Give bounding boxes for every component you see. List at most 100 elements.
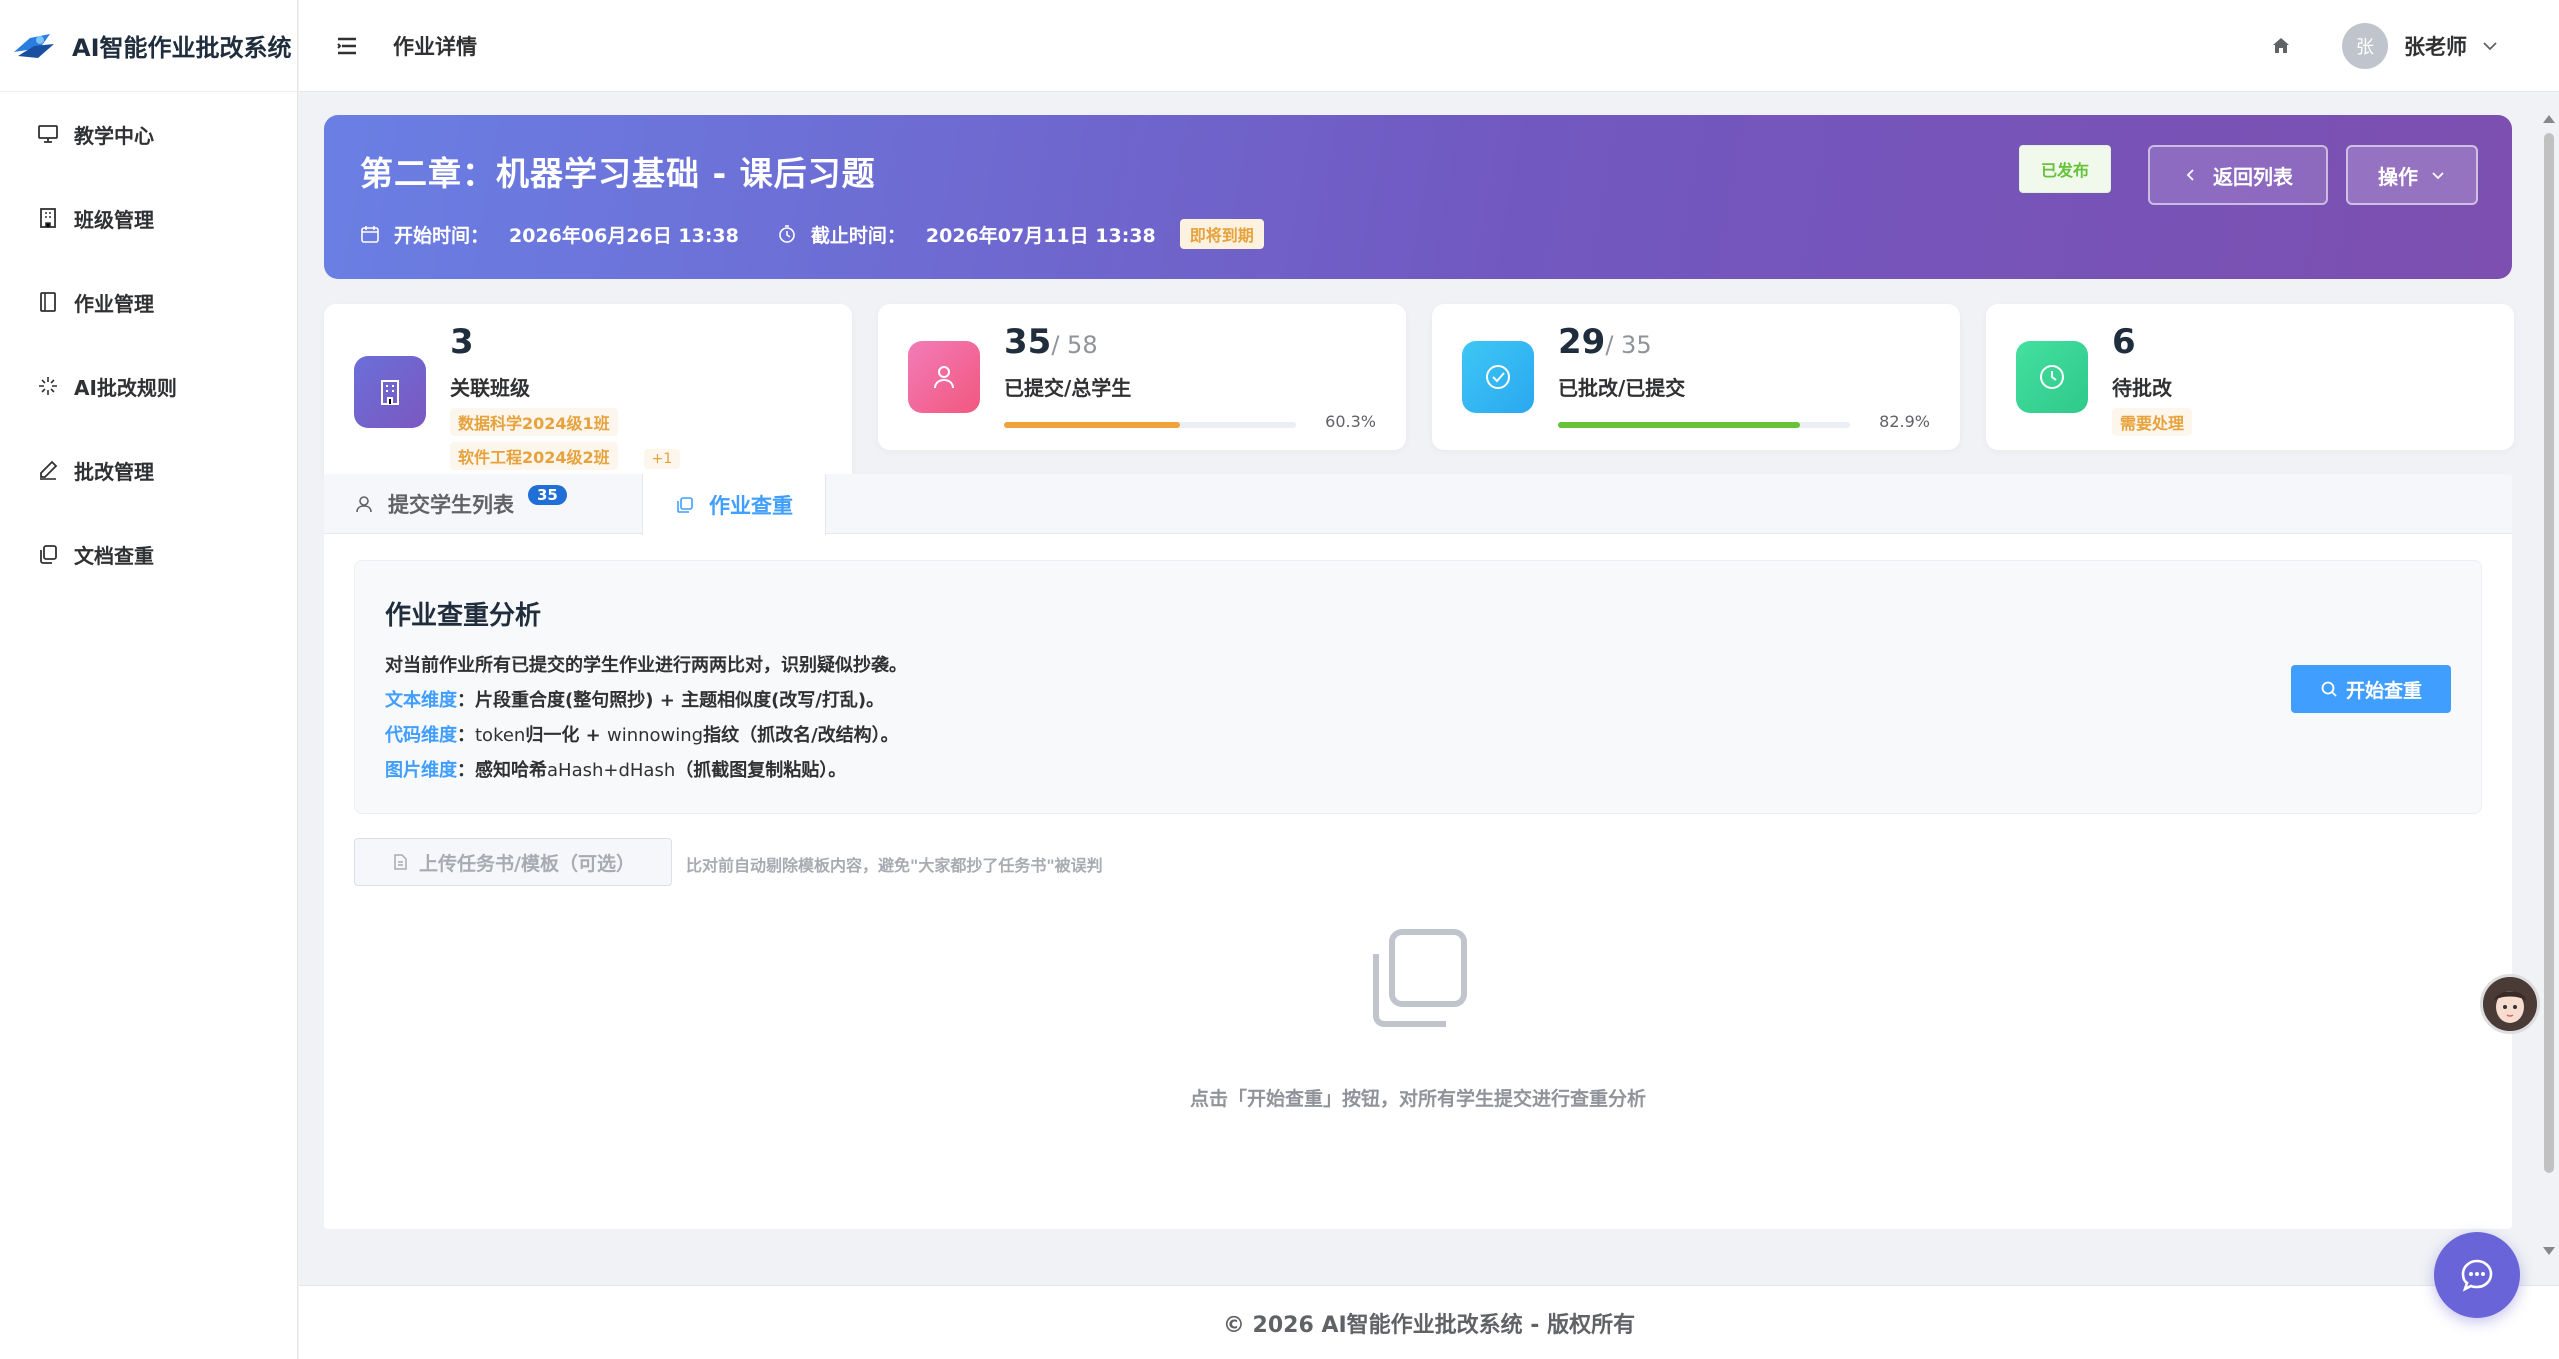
sidebar-item-teaching-center[interactable]: 教学中心	[0, 92, 297, 176]
stat-card-submitted: 35/ 58 已提交/总学生 60.3%	[878, 304, 1406, 450]
plagiarism-analysis-panel: 作业查重分析 对当前作业所有已提交的学生作业进行两两比对，识别疑似抄袭。 文本维…	[354, 560, 2482, 814]
stat-label: 待批改	[2112, 376, 2172, 400]
status-badge: 已发布	[2019, 145, 2111, 193]
dimension-desc: 归一化 +	[525, 725, 607, 746]
app-logo[interactable]: AI智能作业批改系统	[0, 0, 297, 92]
copy-icon	[1373, 929, 1467, 1027]
total-students: / 58	[1051, 331, 1098, 359]
page-title: 作业详情	[393, 34, 477, 59]
home-icon[interactable]	[2270, 35, 2292, 57]
graded-progress-bar	[1558, 422, 1850, 428]
separator: ：	[457, 725, 475, 746]
assistant-face-icon	[2483, 977, 2537, 1031]
submitted-progress-bar	[1004, 422, 1296, 428]
tab-plagiarism-check[interactable]: 作业查重	[642, 474, 826, 535]
search-icon	[2321, 681, 2337, 697]
upload-label: 上传任务书/模板（可选）	[419, 852, 635, 875]
tab-student-list[interactable]: 提交学生列表 35	[354, 474, 567, 534]
start-check-button[interactable]: 开始查重	[2291, 665, 2451, 713]
progress-fill	[1558, 422, 1801, 428]
scroll-down-arrow-icon[interactable]	[2543, 1247, 2555, 1255]
user-name[interactable]: 张老师	[2404, 31, 2467, 61]
homework-time-row: 开始时间： 2026年06月26日 13:38 截止时间： 2026年07月11…	[360, 219, 2512, 249]
back-to-list-button[interactable]: 返回列表	[2148, 145, 2328, 205]
progress-fill	[1004, 422, 1181, 428]
pen-icon	[36, 458, 60, 482]
chevron-left-icon	[2186, 169, 2194, 181]
sidebar-item-ai-rules[interactable]: AI批改规则	[0, 344, 297, 428]
dimension-desc: 片段重合度(整句照抄) + 主题相似度(改写/打乱)。	[475, 690, 885, 711]
top-header: 作业详情 张 张老师	[299, 0, 2559, 92]
separator: ：	[457, 690, 475, 711]
tab-bar: 提交学生列表 35 作业查重	[324, 474, 2512, 535]
upload-template-button[interactable]: 上传任务书/模板（可选）	[354, 838, 672, 886]
stat-value: 3	[450, 322, 474, 362]
sidebar-item-document-check[interactable]: 文档查重	[0, 512, 297, 596]
chevron-down-icon	[2432, 172, 2444, 180]
chevron-down-icon[interactable]	[2481, 37, 2499, 55]
stat-value: 35/ 58	[1004, 322, 1098, 362]
dimension-desc: token	[475, 725, 526, 746]
copyright-text: © 2026 AI智能作业批改系统 - 版权所有	[1222, 1312, 1636, 1338]
start-time-label: 开始时间：	[394, 224, 490, 247]
notebook-icon	[36, 290, 60, 314]
scroll-area: 第二章：机器学习基础 - 课后习题 开始时间： 2026年06月26日 13:3…	[299, 93, 2531, 1266]
check-circle-icon	[1462, 341, 1534, 413]
submitted-count: 35	[1004, 322, 1052, 362]
sidebar-item-class-management[interactable]: 班级管理	[0, 176, 297, 260]
start-check-label: 开始查重	[2345, 679, 2422, 702]
empty-state-text: 点击「开始查重」按钮，对所有学生提交进行查重分析	[1189, 1088, 1646, 1110]
dimension-key: 文本维度	[385, 690, 457, 711]
operations-dropdown-button[interactable]: 操作	[2346, 145, 2478, 205]
stats-row: 3 关联班级 数据科学2024级1班 软件工程2024级2班 +1 35/ 58 …	[324, 304, 2531, 484]
main-content: 第二章：机器学习基础 - 课后习题 开始时间： 2026年06月26日 13:3…	[299, 93, 2559, 1359]
sidebar-item-label: 批改管理	[74, 459, 154, 484]
stat-label: 已批改/已提交	[1558, 376, 1686, 400]
footer: © 2026 AI智能作业批改系统 - 版权所有	[299, 1285, 2559, 1359]
stat-card-graded: 29/ 35 已批改/已提交 82.9%	[1432, 304, 1960, 450]
document-icon	[394, 854, 407, 870]
timer-icon	[779, 225, 795, 243]
app-title: AI智能作业批改系统	[72, 34, 292, 62]
sparkle-icon	[36, 374, 60, 398]
dimension-key: 代码维度	[385, 725, 457, 746]
dimension-desc: （抓截图复制粘贴）。	[675, 760, 847, 781]
homework-hero: 第二章：机器学习基础 - 课后习题 开始时间： 2026年06月26日 13:3…	[324, 115, 2512, 279]
more-classes-tag[interactable]: +1	[643, 449, 681, 469]
upload-hint: 比对前自动剔除模板内容，避免"大家都抄了任务书"被误判	[686, 856, 1103, 875]
dimension-desc: aHash+dHash	[547, 760, 676, 781]
vertical-scrollbar[interactable]	[2539, 115, 2559, 1255]
graded-count: 29	[1558, 322, 1606, 362]
tab-label: 提交学生列表	[388, 493, 514, 517]
sidebar-item-label: AI批改规则	[74, 375, 177, 400]
count-badge: 35	[528, 485, 567, 505]
deadline-badge: 即将到期	[1179, 219, 1264, 249]
operations-button-label: 操作	[2378, 164, 2418, 189]
copy-icon	[677, 496, 693, 513]
back-button-label: 返回列表	[2213, 164, 2293, 189]
scroll-up-arrow-icon[interactable]	[2543, 115, 2555, 123]
stat-label: 已提交/总学生	[1004, 376, 1132, 400]
submitted-total: / 35	[1605, 331, 1652, 359]
class-tag: 软件工程2024级2班	[450, 442, 618, 470]
sidebar: AI智能作业批改系统 教学中心 班级管理 作业管理 AI批改规则 批改管理 文档…	[0, 0, 298, 1359]
tabs-card: 提交学生列表 35 作业查重 作业查重分析 对当前作业所有已提交的学生作业进行两…	[324, 474, 2512, 1229]
analysis-text-dimension: 文本维度：片段重合度(整句照抄) + 主题相似度(改写/打乱)。	[385, 683, 2481, 718]
sidebar-item-homework-management[interactable]: 作业管理	[0, 260, 297, 344]
assistant-avatar[interactable]	[2480, 974, 2540, 1034]
scrollbar-thumb[interactable]	[2544, 133, 2554, 1173]
end-time-label: 截止时间：	[810, 224, 906, 247]
copy-icon	[36, 542, 60, 566]
stat-value: 6	[2112, 322, 2136, 362]
dimension-desc: 指纹（抓改名/改结构）。	[703, 725, 899, 746]
needs-attention-tag: 需要处理	[2112, 408, 2193, 436]
sidebar-item-grading-management[interactable]: 批改管理	[0, 428, 297, 512]
stat-card-classes: 3 关联班级 数据科学2024级1班 软件工程2024级2班 +1	[324, 304, 852, 484]
sidebar-item-label: 教学中心	[74, 123, 154, 148]
menu-toggle-icon[interactable]	[335, 34, 359, 58]
avatar[interactable]: 张	[2342, 22, 2388, 69]
analysis-title: 作业查重分析	[385, 601, 542, 631]
analysis-image-dimension: 图片维度：感知哈希aHash+dHash（抓截图复制粘贴）。	[385, 753, 2481, 788]
chat-button[interactable]	[2434, 1232, 2520, 1318]
stat-label: 关联班级	[450, 376, 530, 400]
